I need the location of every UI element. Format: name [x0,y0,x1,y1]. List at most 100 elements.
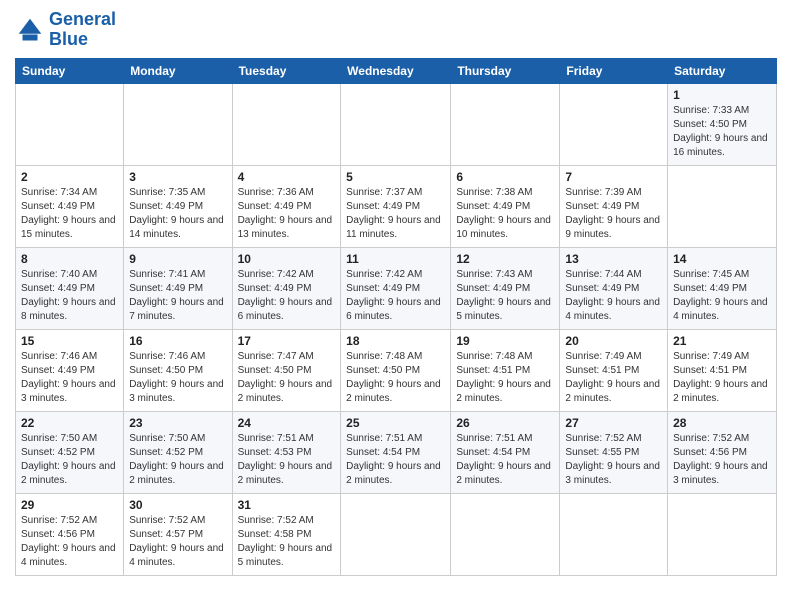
table-row [668,165,777,247]
day-info: Sunrise: 7:35 AMSunset: 4:49 PMDaylight:… [129,187,224,240]
day-info: Sunrise: 7:44 AMSunset: 4:49 PMDaylight:… [565,269,660,322]
day-number: 30 [129,498,226,512]
day-info: Sunrise: 7:49 AMSunset: 4:51 PMDaylight:… [673,351,768,404]
day-info: Sunrise: 7:52 AMSunset: 4:56 PMDaylight:… [21,515,116,568]
day-info: Sunrise: 7:41 AMSunset: 4:49 PMDaylight:… [129,269,224,322]
table-row [341,493,451,575]
table-row: 4 Sunrise: 7:36 AMSunset: 4:49 PMDayligh… [232,165,341,247]
day-number: 27 [565,416,662,430]
table-row: 26 Sunrise: 7:51 AMSunset: 4:54 PMDaylig… [451,411,560,493]
table-row: 28 Sunrise: 7:52 AMSunset: 4:56 PMDaylig… [668,411,777,493]
day-info: Sunrise: 7:51 AMSunset: 4:54 PMDaylight:… [456,433,551,486]
day-info: Sunrise: 7:42 AMSunset: 4:49 PMDaylight:… [238,269,333,322]
header: General Blue [15,10,777,50]
table-row: 24 Sunrise: 7:51 AMSunset: 4:53 PMDaylig… [232,411,341,493]
day-number: 8 [21,252,118,266]
table-row [451,83,560,165]
logo-text: General Blue [49,10,116,50]
table-row: 3 Sunrise: 7:35 AMSunset: 4:49 PMDayligh… [124,165,232,247]
day-info: Sunrise: 7:50 AMSunset: 4:52 PMDaylight:… [129,433,224,486]
day-number: 19 [456,334,554,348]
day-number: 15 [21,334,118,348]
day-number: 10 [238,252,336,266]
calendar-week-row: 15 Sunrise: 7:46 AMSunset: 4:49 PMDaylig… [16,329,777,411]
day-info: Sunrise: 7:38 AMSunset: 4:49 PMDaylight:… [456,187,551,240]
day-number: 28 [673,416,771,430]
day-number: 5 [346,170,445,184]
calendar-week-row: 8 Sunrise: 7:40 AMSunset: 4:49 PMDayligh… [16,247,777,329]
day-number: 4 [238,170,336,184]
day-number: 3 [129,170,226,184]
day-info: Sunrise: 7:43 AMSunset: 4:49 PMDaylight:… [456,269,551,322]
day-info: Sunrise: 7:34 AMSunset: 4:49 PMDaylight:… [21,187,116,240]
table-row: 20 Sunrise: 7:49 AMSunset: 4:51 PMDaylig… [560,329,668,411]
day-number: 25 [346,416,445,430]
calendar-week-row: 29 Sunrise: 7:52 AMSunset: 4:56 PMDaylig… [16,493,777,575]
day-number: 14 [673,252,771,266]
day-number: 18 [346,334,445,348]
table-row: 31 Sunrise: 7:52 AMSunset: 4:58 PMDaylig… [232,493,341,575]
table-row: 12 Sunrise: 7:43 AMSunset: 4:49 PMDaylig… [451,247,560,329]
day-info: Sunrise: 7:52 AMSunset: 4:58 PMDaylight:… [238,515,333,568]
day-info: Sunrise: 7:46 AMSunset: 4:50 PMDaylight:… [129,351,224,404]
day-info: Sunrise: 7:48 AMSunset: 4:50 PMDaylight:… [346,351,441,404]
day-info: Sunrise: 7:33 AMSunset: 4:50 PMDaylight:… [673,105,768,158]
table-row: 15 Sunrise: 7:46 AMSunset: 4:49 PMDaylig… [16,329,124,411]
table-row: 7 Sunrise: 7:39 AMSunset: 4:49 PMDayligh… [560,165,668,247]
col-sunday: Sunday [16,58,124,83]
calendar-week-row: 2 Sunrise: 7:34 AMSunset: 4:49 PMDayligh… [16,165,777,247]
day-number: 6 [456,170,554,184]
col-saturday: Saturday [668,58,777,83]
table-row: 29 Sunrise: 7:52 AMSunset: 4:56 PMDaylig… [16,493,124,575]
table-row: 23 Sunrise: 7:50 AMSunset: 4:52 PMDaylig… [124,411,232,493]
table-row [16,83,124,165]
table-row: 13 Sunrise: 7:44 AMSunset: 4:49 PMDaylig… [560,247,668,329]
day-info: Sunrise: 7:52 AMSunset: 4:56 PMDaylight:… [673,433,768,486]
day-info: Sunrise: 7:51 AMSunset: 4:54 PMDaylight:… [346,433,441,486]
day-number: 21 [673,334,771,348]
table-row: 25 Sunrise: 7:51 AMSunset: 4:54 PMDaylig… [341,411,451,493]
table-row: 17 Sunrise: 7:47 AMSunset: 4:50 PMDaylig… [232,329,341,411]
table-row: 1 Sunrise: 7:33 AMSunset: 4:50 PMDayligh… [668,83,777,165]
day-info: Sunrise: 7:36 AMSunset: 4:49 PMDaylight:… [238,187,333,240]
day-info: Sunrise: 7:42 AMSunset: 4:49 PMDaylight:… [346,269,441,322]
table-row: 14 Sunrise: 7:45 AMSunset: 4:49 PMDaylig… [668,247,777,329]
calendar-header-row: Sunday Monday Tuesday Wednesday Thursday… [16,58,777,83]
table-row: 30 Sunrise: 7:52 AMSunset: 4:57 PMDaylig… [124,493,232,575]
table-row: 27 Sunrise: 7:52 AMSunset: 4:55 PMDaylig… [560,411,668,493]
table-row [451,493,560,575]
logo: General Blue [15,10,116,50]
calendar: Sunday Monday Tuesday Wednesday Thursday… [15,58,777,576]
col-monday: Monday [124,58,232,83]
table-row [232,83,341,165]
day-number: 31 [238,498,336,512]
day-number: 11 [346,252,445,266]
day-info: Sunrise: 7:37 AMSunset: 4:49 PMDaylight:… [346,187,441,240]
day-info: Sunrise: 7:45 AMSunset: 4:49 PMDaylight:… [673,269,768,322]
day-number: 23 [129,416,226,430]
table-row [668,493,777,575]
logo-icon [15,15,45,45]
day-number: 9 [129,252,226,266]
table-row [341,83,451,165]
day-number: 24 [238,416,336,430]
calendar-week-row: 22 Sunrise: 7:50 AMSunset: 4:52 PMDaylig… [16,411,777,493]
day-number: 20 [565,334,662,348]
page: General Blue Sunday Monday Tuesday Wedne… [0,0,792,612]
table-row: 2 Sunrise: 7:34 AMSunset: 4:49 PMDayligh… [16,165,124,247]
day-info: Sunrise: 7:52 AMSunset: 4:57 PMDaylight:… [129,515,224,568]
day-info: Sunrise: 7:46 AMSunset: 4:49 PMDaylight:… [21,351,116,404]
table-row: 11 Sunrise: 7:42 AMSunset: 4:49 PMDaylig… [341,247,451,329]
day-number: 17 [238,334,336,348]
col-thursday: Thursday [451,58,560,83]
day-number: 29 [21,498,118,512]
day-number: 22 [21,416,118,430]
day-number: 13 [565,252,662,266]
table-row: 16 Sunrise: 7:46 AMSunset: 4:50 PMDaylig… [124,329,232,411]
col-friday: Friday [560,58,668,83]
day-info: Sunrise: 7:48 AMSunset: 4:51 PMDaylight:… [456,351,551,404]
day-info: Sunrise: 7:51 AMSunset: 4:53 PMDaylight:… [238,433,333,486]
day-number: 2 [21,170,118,184]
day-info: Sunrise: 7:39 AMSunset: 4:49 PMDaylight:… [565,187,660,240]
calendar-week-row: 1 Sunrise: 7:33 AMSunset: 4:50 PMDayligh… [16,83,777,165]
